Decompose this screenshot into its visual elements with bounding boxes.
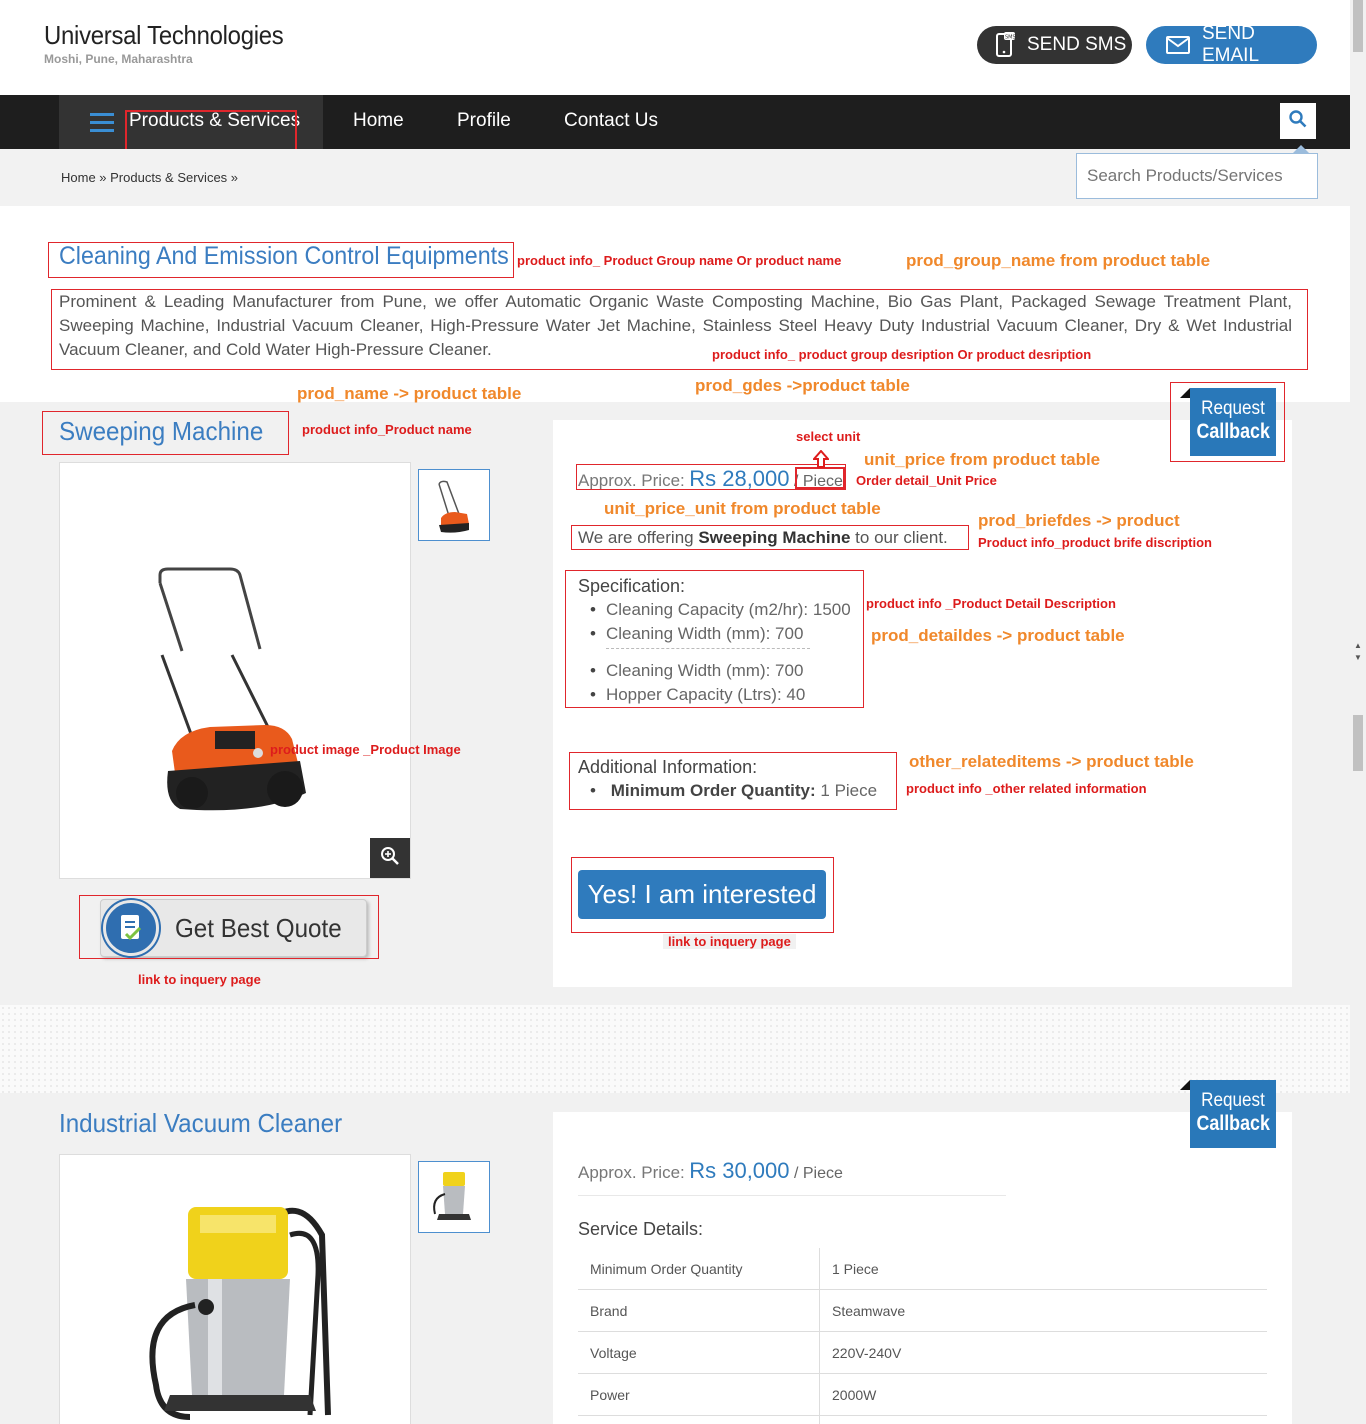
annotation-group-desc: product info_ product group desription O… bbox=[712, 347, 1092, 362]
annotation-box-spec bbox=[565, 570, 864, 708]
product2-title[interactable]: Industrial Vacuum Cleaner bbox=[59, 1108, 342, 1139]
send-sms-button[interactable]: SMS SEND SMS bbox=[977, 26, 1132, 64]
annotation-unit-price-field: unit_price from product table bbox=[864, 450, 1101, 469]
annotation-box-product-name bbox=[42, 411, 289, 455]
search-input[interactable] bbox=[1076, 153, 1318, 199]
service-details-heading: Service Details: bbox=[578, 1219, 704, 1239]
annotation-group-name: product info_ Product Group name Or prod… bbox=[517, 253, 842, 268]
nav-home[interactable]: Home bbox=[353, 110, 404, 132]
callback-corner bbox=[1180, 1080, 1190, 1090]
scrollbar-thumb[interactable] bbox=[1353, 715, 1363, 771]
sweeping-machine-image bbox=[158, 567, 306, 811]
scrollbar-track[interactable] bbox=[1350, 0, 1366, 1424]
scroll-up-arrow-icon[interactable]: ▲ bbox=[1354, 641, 1362, 650]
search-popup-caret bbox=[1293, 145, 1309, 153]
annotation-box-interested bbox=[571, 857, 834, 933]
table-row: Minimum Order Quantity 1 Piece bbox=[578, 1248, 1267, 1290]
product2-thumbnail[interactable] bbox=[418, 1161, 490, 1233]
scroll-down-arrow-icon[interactable]: ▼ bbox=[1354, 653, 1362, 662]
section-divider bbox=[0, 1005, 1350, 1093]
up-arrow-icon bbox=[811, 449, 831, 473]
send-email-label: SEND EMAIL bbox=[1202, 23, 1260, 66]
send-sms-label: SEND SMS bbox=[1027, 34, 1127, 55]
annotation-order-detail: Order detail_Unit Price bbox=[856, 473, 997, 488]
product2-price-label: Approx. Price: bbox=[578, 1163, 685, 1182]
svg-text:SMS: SMS bbox=[1005, 35, 1015, 41]
annotation-product-name: product info_Product name bbox=[302, 422, 472, 437]
annotation-product-image: product image _Product Image bbox=[270, 742, 461, 757]
annotation-select-unit: select unit bbox=[796, 429, 861, 444]
product2-price-unit: / Piece bbox=[793, 1165, 843, 1182]
company-name[interactable]: Universal Technologies bbox=[44, 20, 284, 51]
table-column-divider bbox=[819, 1248, 820, 1424]
product-main-image[interactable] bbox=[59, 462, 411, 879]
request-callback-button-2[interactable]: Request Callback bbox=[1190, 1080, 1276, 1148]
annotation-box-additional bbox=[569, 752, 897, 810]
annotation-related: product info _other related information bbox=[906, 781, 1147, 796]
annotation-box-quote bbox=[79, 895, 379, 959]
callback-line2: Callback bbox=[1196, 1112, 1270, 1135]
phone-sms-icon: SMS bbox=[995, 32, 1015, 58]
detail-value: Steamwave bbox=[832, 1303, 906, 1319]
sweeping-machine-thumb bbox=[438, 480, 469, 533]
detail-key: Voltage bbox=[590, 1345, 637, 1361]
product2-price-value: Rs 30,000 bbox=[689, 1158, 790, 1183]
annotation-related-field: other_relateditems -> product table bbox=[909, 752, 1194, 771]
detail-key: Brand bbox=[590, 1303, 628, 1319]
table-row: Voltage 220V-240V bbox=[578, 1332, 1267, 1374]
detail-key: Power bbox=[590, 1387, 630, 1403]
annotation-inquiry-link-2: link to inquery page bbox=[663, 934, 796, 949]
search-icon bbox=[1289, 109, 1307, 133]
table-row: Power 2000W bbox=[578, 1374, 1267, 1416]
annotation-detail-desc: product info _Product Detail Description bbox=[866, 596, 1116, 611]
price-separator-line bbox=[578, 1195, 1006, 1196]
annotation-box-brief bbox=[571, 525, 969, 550]
envelope-icon bbox=[1166, 36, 1190, 54]
annotation-group-name-field: prod_group_name from product table bbox=[906, 251, 1211, 270]
annotation-prod-gdes-field: prod_gdes ->product table bbox=[695, 376, 910, 395]
search-button[interactable] bbox=[1280, 103, 1316, 139]
annotation-briefdes: Product info_product brife discription bbox=[978, 535, 1212, 550]
nav-contact-us[interactable]: Contact Us bbox=[564, 110, 658, 132]
vacuum-cleaner-thumb bbox=[433, 1172, 471, 1220]
hamburger-menu-icon[interactable] bbox=[90, 113, 114, 137]
product-thumbnail[interactable] bbox=[418, 469, 490, 541]
annotation-inquiry-link-1: link to inquery page bbox=[138, 972, 261, 987]
zoom-button[interactable] bbox=[370, 838, 410, 878]
annotation-briefdes-field: prod_briefdes -> product bbox=[978, 511, 1180, 530]
annotation-box-callback bbox=[1170, 382, 1285, 462]
nav-profile[interactable]: Profile bbox=[457, 110, 511, 132]
annotation-box-group-title bbox=[48, 242, 514, 278]
annotation-unit-price-unit-field: unit_price_unit from product table bbox=[604, 499, 881, 518]
detail-key: Minimum Order Quantity bbox=[590, 1261, 743, 1277]
scrollbar-thumb-top[interactable] bbox=[1353, 0, 1363, 52]
detail-value: 2000W bbox=[832, 1387, 877, 1403]
zoom-in-icon bbox=[380, 846, 400, 871]
callback-line1: Request bbox=[1201, 1090, 1265, 1111]
detail-value: 220V-240V bbox=[832, 1345, 902, 1361]
vacuum-cleaner-image bbox=[149, 1207, 331, 1420]
company-location: Moshi, Pune, Maharashtra bbox=[44, 52, 193, 66]
annotation-prod-name-field: prod_name -> product table bbox=[297, 384, 522, 403]
annotation-detaildes-field: prod_detaildes -> product table bbox=[871, 626, 1125, 645]
table-row: Brand Steamwave bbox=[578, 1290, 1267, 1332]
product2-main-image[interactable] bbox=[59, 1154, 411, 1424]
product2-price-row: Approx. Price: Rs 30,000 / Piece bbox=[578, 1158, 843, 1184]
send-email-button[interactable]: SEND EMAIL bbox=[1146, 23, 1317, 66]
breadcrumb[interactable]: Home » Products & Services » bbox=[61, 170, 238, 185]
detail-value: 1 Piece bbox=[832, 1261, 879, 1277]
annotation-box-group-desc bbox=[51, 289, 1308, 370]
